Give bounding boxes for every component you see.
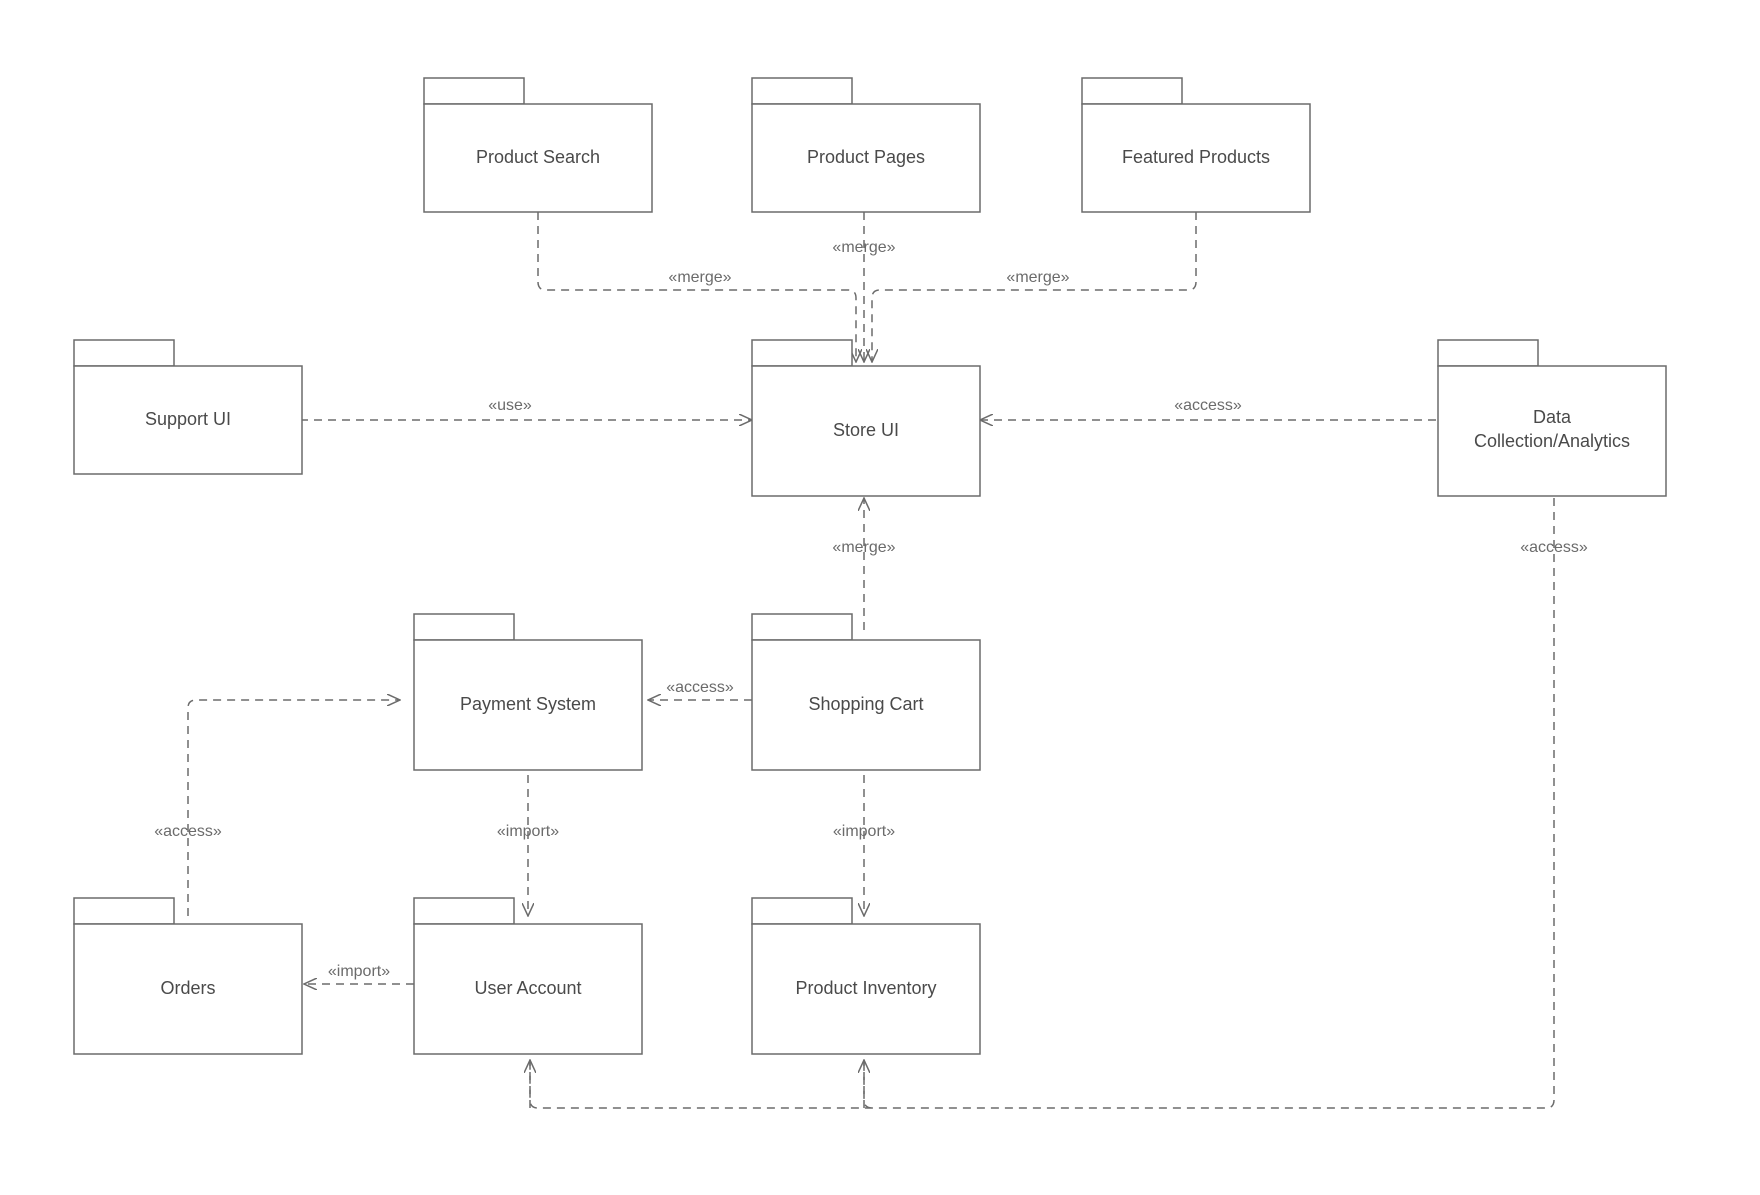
package-user-account: User Account (414, 898, 642, 1054)
edge-label-import-3: «import» (328, 963, 390, 980)
edge-label-merge-3: «merge» (1006, 269, 1069, 286)
svg-text:Payment System: Payment System (460, 694, 596, 714)
edge-label-use: «use» (488, 397, 532, 414)
package-payment-system: Payment System (414, 614, 642, 770)
svg-text:Support UI: Support UI (145, 409, 231, 429)
edge-label-import-1: «import» (497, 823, 559, 840)
edge-featured-storeui (872, 212, 1196, 362)
edge-label-merge-2: «merge» (832, 239, 895, 256)
package-featured-products: Featured Products (1082, 78, 1310, 212)
package-product-search: Product Search (424, 78, 652, 212)
svg-text:Store UI: Store UI (833, 420, 899, 440)
edge-label-merge-1: «merge» (668, 269, 731, 286)
package-shopping-cart: Shopping Cart (752, 614, 980, 770)
edge-label-access-2: «access» (666, 679, 734, 696)
svg-text:Orders: Orders (160, 978, 215, 998)
package-orders: Orders (74, 898, 302, 1054)
edge-label-merge-4: «merge» (832, 539, 895, 556)
svg-text:Shopping Cart: Shopping Cart (808, 694, 923, 714)
package-support-ui: Support UI (74, 340, 302, 474)
edge-label-access-3: «access» (154, 823, 222, 840)
edge-label-access-1: «access» (1174, 397, 1242, 414)
uml-package-diagram: «merge» «merge» «merge» «use» «access» «… (0, 0, 1760, 1195)
edge-label-access-4: «access» (1520, 539, 1588, 556)
edge-label-import-2: «import» (833, 823, 895, 840)
svg-text:Data: Data (1533, 407, 1572, 427)
svg-text:Product Search: Product Search (476, 147, 600, 167)
svg-text:Product Inventory: Product Inventory (795, 978, 936, 998)
svg-text:Collection/Analytics: Collection/Analytics (1474, 431, 1630, 451)
package-store-ui: Store UI (752, 340, 980, 496)
svg-text:Product Pages: Product Pages (807, 147, 925, 167)
svg-text:User Account: User Account (474, 978, 581, 998)
package-data-analytics: Data Collection/Analytics (1438, 340, 1666, 496)
package-product-inventory: Product Inventory (752, 898, 980, 1054)
package-product-pages: Product Pages (752, 78, 980, 212)
svg-text:Featured Products: Featured Products (1122, 147, 1270, 167)
edge-orders-payment (188, 700, 400, 916)
edge-analytics-down (530, 498, 1554, 1108)
